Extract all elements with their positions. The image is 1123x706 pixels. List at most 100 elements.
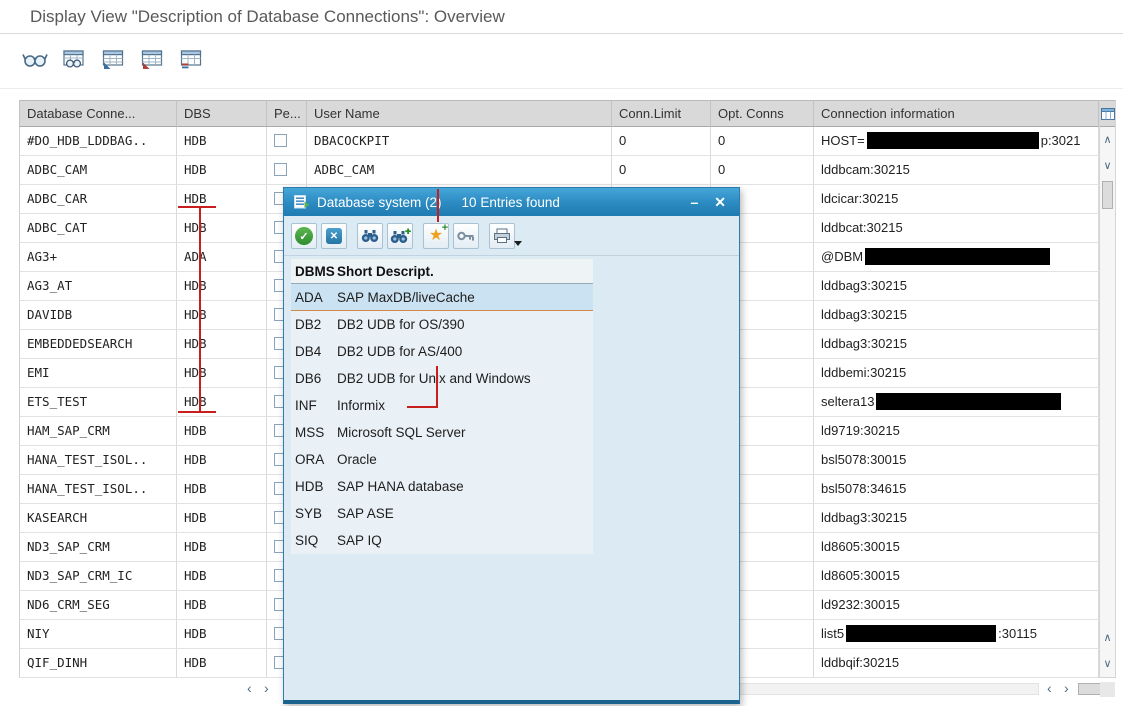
scroll-down-icon[interactable]: ∨ xyxy=(1100,159,1115,172)
horizontal-scrollbar-thumb[interactable] xyxy=(1078,683,1102,695)
dbms-description: Oracle xyxy=(337,452,593,467)
entries-found-label: 10 Entries found xyxy=(462,195,560,210)
scroll-right-icon[interactable]: › xyxy=(264,680,269,696)
dbs-cell: HDB xyxy=(177,649,267,678)
find-next-icon[interactable] xyxy=(387,223,413,249)
page-title: Display View "Description of Database Co… xyxy=(30,7,505,27)
conn-limit-cell: 0 xyxy=(612,127,711,156)
connection-info-cell: seltera13 xyxy=(814,388,1099,417)
connection-name-cell: DAVIDB xyxy=(19,301,177,330)
dbs-cell: HDB xyxy=(177,214,267,243)
col-header-info[interactable]: Connection information xyxy=(814,100,1099,127)
scroll-down-icon[interactable]: ∨ xyxy=(1100,657,1115,670)
col-header-dbms[interactable]: DBMS xyxy=(291,264,337,279)
sap-gui-window: Display View "Description of Database Co… xyxy=(0,0,1123,706)
connection-name-cell: HAM_SAP_CRM xyxy=(19,417,177,446)
dbs-cell: HDB xyxy=(177,127,267,156)
permanent-checkbox[interactable] xyxy=(274,134,287,147)
table-row[interactable]: ADBC_CAM HDB ADBC_CAM 0 0 lddbcam:30215 xyxy=(19,156,1099,185)
vertical-scrollbar[interactable]: ∧ ∨ ∧ ∨ xyxy=(1099,100,1116,678)
dbms-description: Informix xyxy=(337,398,593,413)
table-row[interactable]: #DO_HDB_LDDBAG.. HDB DBACOCKPIT 0 0 HOST… xyxy=(19,127,1099,156)
scroll-left-icon[interactable]: ‹ xyxy=(1047,680,1052,696)
dbms-code: DB4 xyxy=(291,344,337,359)
connection-name-cell: ETS_TEST xyxy=(19,388,177,417)
permanent-cell xyxy=(267,127,307,156)
annotation-mark xyxy=(437,189,439,222)
col-header-connection[interactable]: Database Conne... xyxy=(19,100,177,127)
close-button[interactable]: ✕ xyxy=(711,194,729,211)
dbms-description: Microsoft SQL Server xyxy=(337,425,593,440)
dbs-cell: HDB xyxy=(177,359,267,388)
table-lines-icon[interactable] xyxy=(176,42,206,76)
user-name-cell: DBACOCKPIT xyxy=(307,127,612,156)
scroll-right-icon[interactable]: › xyxy=(1064,680,1069,696)
minimize-button[interactable]: – xyxy=(685,194,703,210)
find-icon[interactable] xyxy=(357,223,383,249)
dbms-list-item[interactable]: SIQ SAP IQ xyxy=(291,527,593,554)
dbms-description: DB2 UDB for OS/390 xyxy=(337,317,593,332)
ok-icon[interactable]: ✓ xyxy=(291,223,317,249)
col-header-short-descript[interactable]: Short Descript. xyxy=(337,264,593,279)
dbs-cell: HDB xyxy=(177,156,267,185)
dbs-cell: HDB xyxy=(177,562,267,591)
table-arrow-red-icon[interactable] xyxy=(137,42,167,76)
vertical-scrollbar-thumb[interactable] xyxy=(1102,181,1113,209)
dbms-list-item[interactable]: DB4 DB2 UDB for AS/400 xyxy=(291,338,593,365)
scroll-up-icon[interactable]: ∧ xyxy=(1100,133,1115,146)
user-name-cell: ADBC_CAM xyxy=(307,156,612,185)
dbms-list-item[interactable]: ORA Oracle xyxy=(291,446,593,473)
database-system-dialog: Database system (2) 10 Entries found – ✕… xyxy=(283,187,740,704)
dbs-cell: HDB xyxy=(177,272,267,301)
annotation-mark xyxy=(407,406,438,408)
col-header-conn-limit[interactable]: Conn.Limit xyxy=(612,100,711,127)
col-header-user[interactable]: User Name xyxy=(307,100,612,127)
annotation-mark xyxy=(436,366,438,408)
table-spectacles-icon[interactable] xyxy=(59,42,89,76)
redaction-bar xyxy=(867,132,1039,149)
cancel-icon[interactable]: ✕ xyxy=(321,223,347,249)
connection-name-cell: AG3+ xyxy=(19,243,177,272)
col-header-permanent[interactable]: Pe... xyxy=(267,100,307,127)
redaction-bar xyxy=(865,248,1050,265)
connection-info-cell: HOST=p:3021 xyxy=(814,127,1099,156)
scroll-up-icon[interactable]: ∧ xyxy=(1100,631,1115,644)
col-header-opt-conns[interactable]: Opt. Conns xyxy=(711,100,814,127)
dbms-list-item[interactable]: SYB SAP ASE xyxy=(291,500,593,527)
dbms-description: SAP MaxDB/liveCache xyxy=(337,290,593,305)
connection-info-cell: ld8605:30015 xyxy=(814,533,1099,562)
dbms-description: SAP HANA database xyxy=(337,479,593,494)
connection-info-cell: lddbag3:30215 xyxy=(814,301,1099,330)
table-config-icon[interactable] xyxy=(1100,101,1115,127)
annotation-mark xyxy=(199,206,201,413)
add-favorite-icon[interactable]: ★+ xyxy=(423,223,449,249)
dbms-list-item[interactable]: HDB SAP HANA database xyxy=(291,473,593,500)
divider xyxy=(0,88,1123,89)
dbs-cell: HDB xyxy=(177,475,267,504)
table-arrow-blue-icon[interactable] xyxy=(98,42,128,76)
spectacles-icon[interactable] xyxy=(20,42,50,76)
permanent-checkbox[interactable] xyxy=(274,163,287,176)
dbms-list-item[interactable]: INF Informix xyxy=(291,392,593,419)
connection-name-cell: HANA_TEST_ISOL.. xyxy=(19,475,177,504)
dbms-list-item[interactable]: DB2 DB2 UDB for OS/390 xyxy=(291,311,593,338)
dbs-cell: HDB xyxy=(177,330,267,359)
dbms-code: SIQ xyxy=(291,533,337,548)
col-header-dbs[interactable]: DBS xyxy=(177,100,267,127)
dbms-code: HDB xyxy=(291,479,337,494)
dbms-list-item[interactable]: DB6 DB2 UDB for Unix and Windows xyxy=(291,365,593,392)
dbms-list-item[interactable]: MSS Microsoft SQL Server xyxy=(291,419,593,446)
dbms-list-item[interactable]: ADA SAP MaxDB/liveCache xyxy=(291,284,593,311)
dbms-code: DB2 xyxy=(291,317,337,332)
app-toolbar xyxy=(20,42,206,76)
print-icon[interactable] xyxy=(489,223,515,249)
scroll-left-icon[interactable]: ‹ xyxy=(247,680,252,696)
key-icon[interactable] xyxy=(453,223,479,249)
dialog-titlebar[interactable]: Database system (2) 10 Entries found – ✕ xyxy=(284,188,739,216)
dbms-list-header: DBMS Short Descript. xyxy=(291,259,593,284)
dbms-description: SAP IQ xyxy=(337,533,593,548)
dropdown-arrow-icon[interactable] xyxy=(514,241,522,246)
permanent-cell xyxy=(267,156,307,185)
dialog-title: Database system (2) xyxy=(317,195,442,210)
dbs-cell: HDB xyxy=(177,301,267,330)
